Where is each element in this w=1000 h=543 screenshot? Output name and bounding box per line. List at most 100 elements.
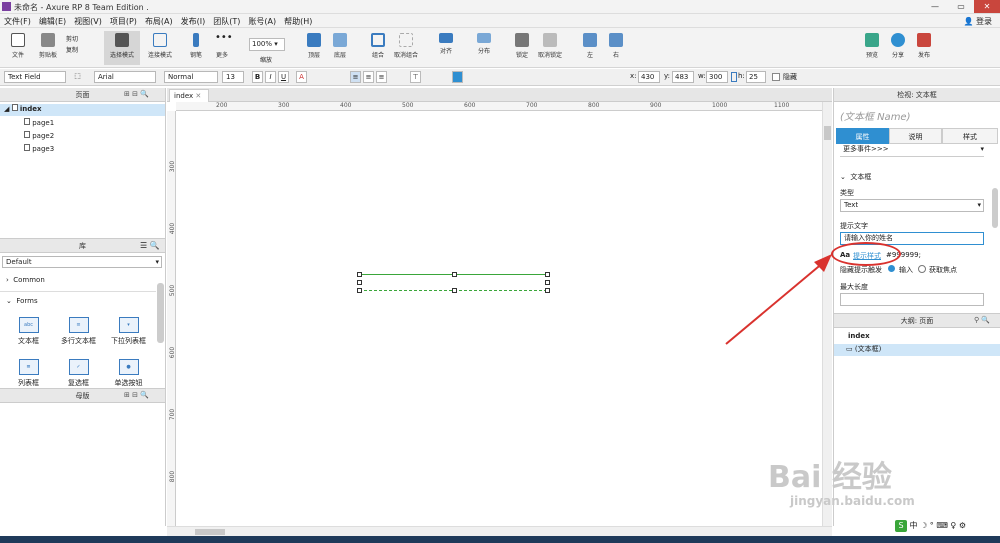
tab-index[interactable]: index ✕ bbox=[169, 89, 209, 102]
cut-button[interactable]: 剪切 bbox=[66, 34, 78, 43]
radio-focus-option[interactable] bbox=[918, 265, 926, 273]
ungroup-button[interactable]: 取消组合 bbox=[388, 31, 424, 65]
vertical-scroll-thumb[interactable] bbox=[824, 126, 831, 140]
page-tree-item[interactable]: page3 bbox=[24, 144, 54, 153]
publish-button[interactable]: 发布 bbox=[906, 31, 942, 65]
widget-tile[interactable]: ✓ 复选框 bbox=[56, 359, 101, 388]
menu-item[interactable]: 文件(F) bbox=[4, 16, 31, 27]
send-bottom-button[interactable]: 底层 bbox=[322, 31, 358, 65]
bold-button[interactable]: B bbox=[252, 71, 263, 83]
right-icon bbox=[609, 33, 623, 47]
add-master-icon[interactable]: ⊞ ⊟ 🔍 bbox=[124, 391, 149, 399]
pen-icon bbox=[193, 33, 199, 47]
tab-notes[interactable]: 说明 bbox=[889, 128, 942, 144]
font-select[interactable]: Arial bbox=[94, 71, 156, 83]
align-button[interactable]: 对齐 bbox=[428, 31, 464, 65]
resize-handle[interactable] bbox=[357, 280, 362, 285]
more-button[interactable]: ••• 更多 bbox=[204, 31, 240, 65]
forms-category[interactable]: ⌄ Forms bbox=[6, 297, 38, 305]
page-tree-root[interactable]: ◢ index bbox=[0, 104, 165, 116]
select-mode-button[interactable]: 选择模式 bbox=[104, 31, 140, 65]
w-label: w: bbox=[698, 72, 706, 80]
tab-properties[interactable]: 属性 bbox=[836, 128, 889, 144]
font-size-select[interactable]: 13 bbox=[222, 71, 244, 83]
common-category[interactable]: › Common bbox=[6, 276, 45, 284]
italic-button[interactable]: I bbox=[265, 71, 276, 83]
outline-filter-icon[interactable]: ⚲ 🔍 bbox=[974, 316, 990, 324]
tab-style[interactable]: 样式 bbox=[942, 128, 998, 144]
add-page-icon[interactable]: ⊞ ⊟ 🔍 bbox=[124, 90, 149, 98]
distribute-button[interactable]: 分布 bbox=[466, 31, 502, 65]
widget-tile[interactable]: ▾ 下拉列表框 bbox=[106, 317, 151, 346]
x-input[interactable]: 430 bbox=[638, 71, 660, 83]
menu-item[interactable]: 帮助(H) bbox=[284, 16, 312, 27]
menu-item[interactable]: 发布(I) bbox=[181, 16, 206, 27]
unlock-button[interactable]: 取消锁定 bbox=[532, 31, 568, 65]
resize-handle[interactable] bbox=[545, 280, 550, 285]
close-tab-icon[interactable]: ✕ bbox=[195, 92, 201, 100]
outline-textfield-item[interactable]: ▭ (文本框) bbox=[834, 344, 1000, 356]
library-select[interactable]: Default ▾ bbox=[2, 256, 162, 268]
y-input[interactable]: 483 bbox=[672, 71, 694, 83]
underline-button[interactable]: U bbox=[278, 71, 289, 83]
menu-item[interactable]: 布局(A) bbox=[145, 16, 173, 27]
clipboard-button[interactable]: 剪贴板 bbox=[30, 31, 66, 65]
library-scrollbar[interactable] bbox=[157, 283, 164, 343]
library-menu-icon[interactable]: ☰ 🔍 bbox=[140, 241, 160, 250]
resize-handle[interactable] bbox=[357, 272, 362, 277]
resize-handle[interactable] bbox=[545, 272, 550, 277]
sogou-icon[interactable]: S bbox=[895, 520, 907, 532]
menu-item[interactable]: 账号(A) bbox=[248, 16, 276, 27]
widget-icon: ✓ bbox=[68, 359, 89, 375]
resize-handle[interactable] bbox=[357, 288, 362, 293]
page-tree-item[interactable]: page1 bbox=[24, 118, 54, 127]
maximize-button[interactable]: ▭ bbox=[948, 0, 974, 13]
right-button[interactable]: 右 bbox=[598, 31, 634, 65]
menu-item[interactable]: 团队(T) bbox=[213, 16, 240, 27]
outline-root[interactable]: index bbox=[848, 332, 870, 340]
type-select[interactable]: Text ▾ bbox=[840, 199, 984, 212]
hidden-checkbox[interactable] bbox=[772, 73, 780, 81]
menu-item[interactable]: 编辑(E) bbox=[39, 16, 66, 27]
widget-tile[interactable]: abc 文本框 bbox=[6, 317, 51, 346]
widget-tile[interactable]: ● 单选按钮 bbox=[106, 359, 151, 388]
ruler-tick-label: 400 bbox=[340, 102, 352, 109]
font-color-button[interactable]: A bbox=[296, 71, 307, 83]
resize-handle[interactable] bbox=[452, 272, 457, 277]
w-input[interactable]: 300 bbox=[706, 71, 728, 83]
minimize-button[interactable]: — bbox=[922, 0, 948, 13]
widget-name-input[interactable]: (文本框 Name) bbox=[840, 108, 910, 123]
login-link[interactable]: 👤 登录 bbox=[963, 16, 992, 27]
horizontal-scroll-thumb[interactable] bbox=[195, 529, 225, 535]
menu-item[interactable]: 视图(V) bbox=[74, 16, 102, 27]
align-center-button[interactable]: ≡ bbox=[363, 71, 374, 83]
aspect-lock-icon[interactable] bbox=[731, 72, 737, 82]
h-input[interactable]: 25 bbox=[746, 71, 766, 83]
resize-handle[interactable] bbox=[545, 288, 550, 293]
widget-label: 单选按钮 bbox=[114, 379, 143, 387]
canvas-horizontal-scrollbar[interactable] bbox=[167, 526, 832, 536]
align-left-button[interactable]: ≡ bbox=[350, 71, 361, 83]
format-painter-icon[interactable]: ⬚ bbox=[72, 71, 83, 83]
fill-color-button[interactable] bbox=[452, 71, 463, 83]
valign-top-button[interactable]: ⊤ bbox=[410, 71, 421, 83]
hint-text-label: 提示文字 bbox=[840, 222, 868, 230]
zoom-select[interactable]: 100% ▾ bbox=[249, 38, 285, 51]
radio-input-option[interactable] bbox=[888, 265, 895, 272]
copy-button[interactable]: 复制 bbox=[66, 45, 78, 54]
textfield-section-header[interactable]: ⌄ 文本框 bbox=[840, 172, 871, 182]
close-button[interactable]: ✕ bbox=[974, 0, 1000, 13]
connect-mode-button[interactable]: 连接模式 bbox=[142, 31, 178, 65]
widget-tile[interactable]: ≣ 列表框 bbox=[6, 359, 51, 388]
widget-type-select[interactable]: Text Field bbox=[4, 71, 66, 83]
widget-tile[interactable]: ≡ 多行文本框 bbox=[56, 317, 101, 346]
more-events-select[interactable]: 更多事件>>> ▾ bbox=[840, 144, 984, 157]
resize-handle[interactable] bbox=[452, 288, 457, 293]
inspector-scrollbar[interactable] bbox=[992, 188, 998, 228]
align-right-button[interactable]: ≡ bbox=[376, 71, 387, 83]
menu-item[interactable]: 项目(P) bbox=[110, 16, 137, 27]
page-tree-item[interactable]: page2 bbox=[24, 131, 54, 140]
font-style-select[interactable]: Normal bbox=[164, 71, 218, 83]
max-length-input[interactable] bbox=[840, 293, 984, 306]
publish-icon bbox=[917, 33, 931, 47]
